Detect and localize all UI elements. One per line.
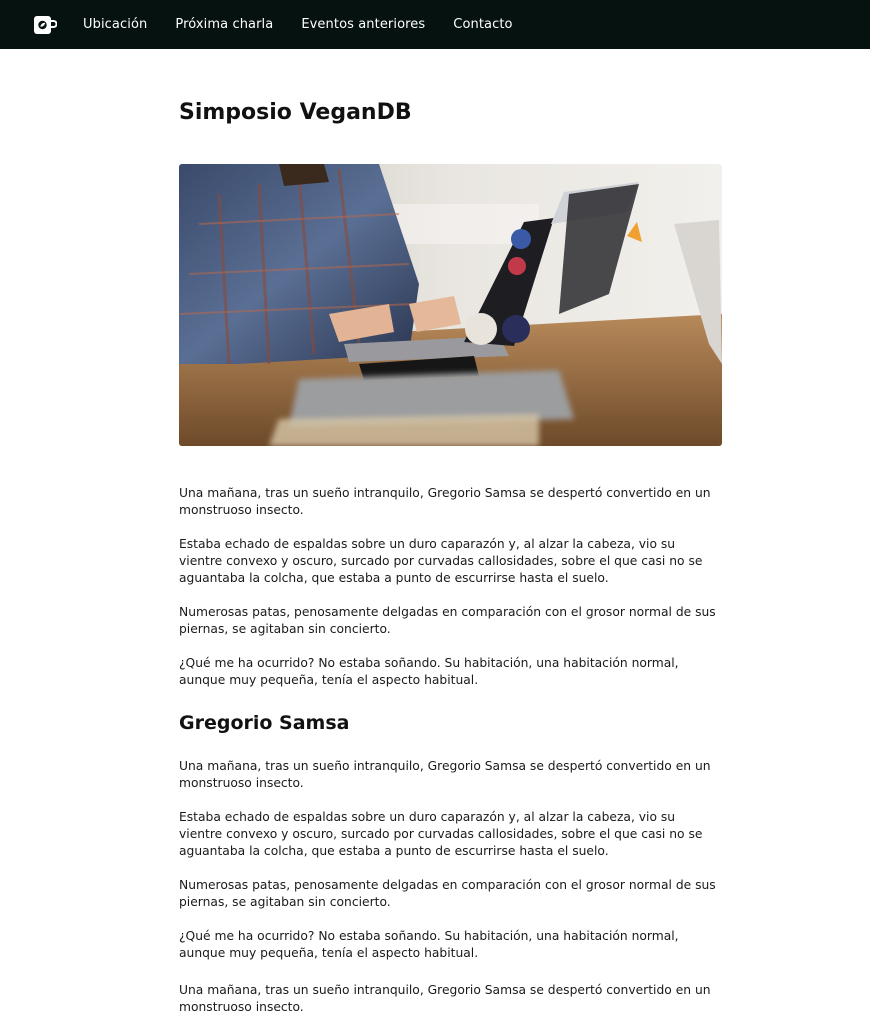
hero-image — [179, 164, 722, 446]
intro-paragraph-3: Numerosas patas, penosamente delgadas en… — [179, 605, 716, 636]
section-paragraph-2: Estaba echado de espaldas sobre un duro … — [179, 810, 703, 858]
nav-links: Ubicación Próxima charla Eventos anterio… — [83, 0, 541, 49]
intro-paragraph-1: Una mañana, tras un sueño intranquilo, G… — [179, 486, 711, 517]
section-paragraph-3: Numerosas patas, penosamente delgadas en… — [179, 878, 716, 909]
nav-link-proxima-charla[interactable]: Próxima charla — [175, 17, 273, 32]
section-paragraph-4: ¿Qué me ha ocurrido? No estaba soñando. … — [179, 929, 679, 960]
nav-link-contacto[interactable]: Contacto — [453, 17, 512, 32]
top-navbar: Ubicación Próxima charla Eventos anterio… — [0, 0, 870, 49]
section-paragraph-1: Una mañana, tras un sueño intranquilo, G… — [179, 759, 711, 790]
nav-link-eventos-anteriores[interactable]: Eventos anteriores — [301, 17, 425, 32]
intro-paragraph-4: ¿Qué me ha ocurrido? No estaba soñando. … — [179, 656, 679, 687]
coffee-cup-icon[interactable] — [33, 14, 57, 36]
intro-paragraph-2: Estaba echado de espaldas sobre un duro … — [179, 537, 703, 585]
nav-link-ubicacion[interactable]: Ubicación — [83, 17, 147, 32]
section-paragraph-5: Una mañana, tras un sueño intranquilo, G… — [179, 983, 711, 1014]
page-title: Simposio VeganDB — [179, 100, 412, 125]
section-title: Gregorio Samsa — [179, 712, 350, 734]
